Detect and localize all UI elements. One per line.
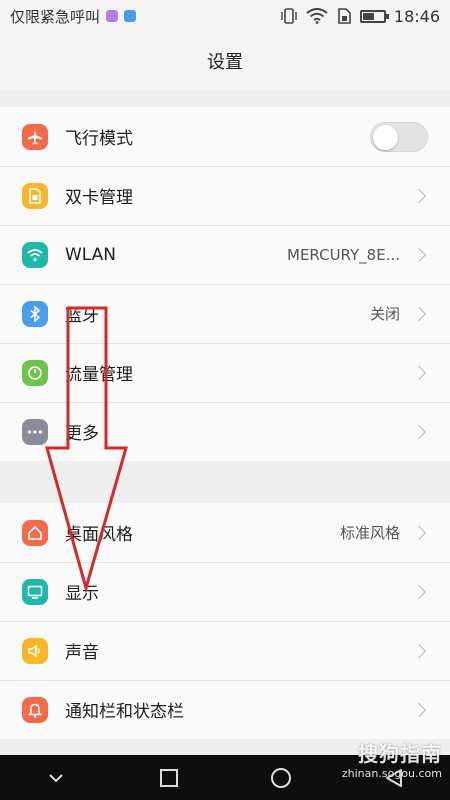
settings-item-home[interactable]: 桌面风格 标准风格	[0, 503, 450, 562]
sound-icon	[22, 637, 48, 664]
chevron-right-icon	[411, 424, 427, 439]
settings-item-label: WLAN	[65, 244, 117, 265]
chevron-right-icon	[411, 365, 427, 380]
settings-item-dualsim[interactable]: 双卡管理	[0, 166, 450, 225]
title-bar: 设置	[0, 32, 450, 90]
settings-item-bluetooth[interactable]: 蓝牙 关闭	[0, 284, 450, 343]
settings-item-value: 关闭	[369, 305, 400, 323]
toggle-knob	[373, 124, 398, 150]
home-icon	[22, 519, 48, 546]
page-title: 设置	[207, 52, 243, 73]
chevron-right-icon	[411, 584, 427, 599]
chevron-right-icon	[411, 306, 427, 321]
watermark: 搜狗指南 zhinan.sogou.com	[342, 738, 442, 780]
notification-icon	[22, 696, 48, 723]
settings-item-label: 蓝牙	[65, 306, 99, 326]
sim-icon	[338, 8, 351, 24]
display-icon	[22, 578, 48, 605]
home-circle-icon[interactable]	[261, 758, 301, 798]
airplane-mode-toggle[interactable]	[370, 121, 428, 152]
carrier-text: 仅限紧急呼叫	[10, 7, 101, 26]
settings-item-value: MERCURY_8E...	[287, 245, 400, 264]
airplane-icon	[22, 123, 48, 150]
battery-icon	[359, 9, 389, 23]
settings-item-label: 更多	[65, 424, 99, 444]
settings-item-label: 桌面风格	[65, 525, 133, 545]
settings-item-label: 双卡管理	[65, 188, 133, 208]
chevron-right-icon	[411, 188, 427, 203]
carrier-info: 仅限紧急呼叫	[10, 6, 280, 27]
settings-item-more[interactable]: 更多	[0, 402, 450, 461]
vibrate-icon	[281, 8, 297, 24]
settings-item-label: 飞行模式	[65, 129, 133, 149]
app-notification-icon	[124, 10, 137, 22]
settings-item-airplane[interactable]: 飞行模式	[0, 107, 450, 166]
settings-item-value: 标准风格	[339, 524, 400, 542]
settings-item-label: 通知栏和状态栏	[65, 702, 184, 722]
wifi-icon	[306, 8, 328, 24]
status-bar: 仅限紧急呼叫 18:46	[0, 0, 450, 32]
bluetooth-icon	[22, 300, 48, 327]
settings-item-notify[interactable]: 通知栏和状态栏	[0, 680, 450, 739]
watermark-brand: 搜狗指南	[358, 742, 442, 766]
more-icon	[22, 418, 48, 445]
chevron-right-icon	[411, 643, 427, 658]
settings-item-sound[interactable]: 声音	[0, 621, 450, 680]
settings-item-label: 流量管理	[65, 365, 133, 385]
settings-item-data[interactable]: 流量管理	[0, 343, 450, 402]
chevron-right-icon	[411, 247, 427, 262]
settings-item-label: 声音	[65, 643, 99, 663]
chevron-right-icon	[411, 525, 427, 540]
sim-card-icon	[22, 182, 48, 209]
recent-apps-icon[interactable]	[149, 758, 189, 798]
settings-group-device: 桌面风格 标准风格显示声音通知栏和状态栏	[0, 503, 450, 739]
settings-item-display[interactable]: 显示	[0, 562, 450, 621]
watermark-url: zhinan.sogou.com	[341, 767, 442, 780]
clock: 18:46	[393, 6, 440, 26]
gallery-notification-icon	[106, 10, 119, 22]
settings-item-label: 显示	[65, 584, 99, 604]
data-usage-icon	[22, 359, 48, 386]
settings-group-network: 飞行模式双卡管理 WLAN MERCURY_8E... 蓝牙 关闭流量管理更多	[0, 107, 450, 461]
settings-item-wlan[interactable]: WLAN MERCURY_8E...	[0, 225, 450, 284]
collapse-icon[interactable]	[36, 758, 76, 798]
wifi-icon	[22, 241, 48, 268]
chevron-right-icon	[411, 702, 427, 717]
